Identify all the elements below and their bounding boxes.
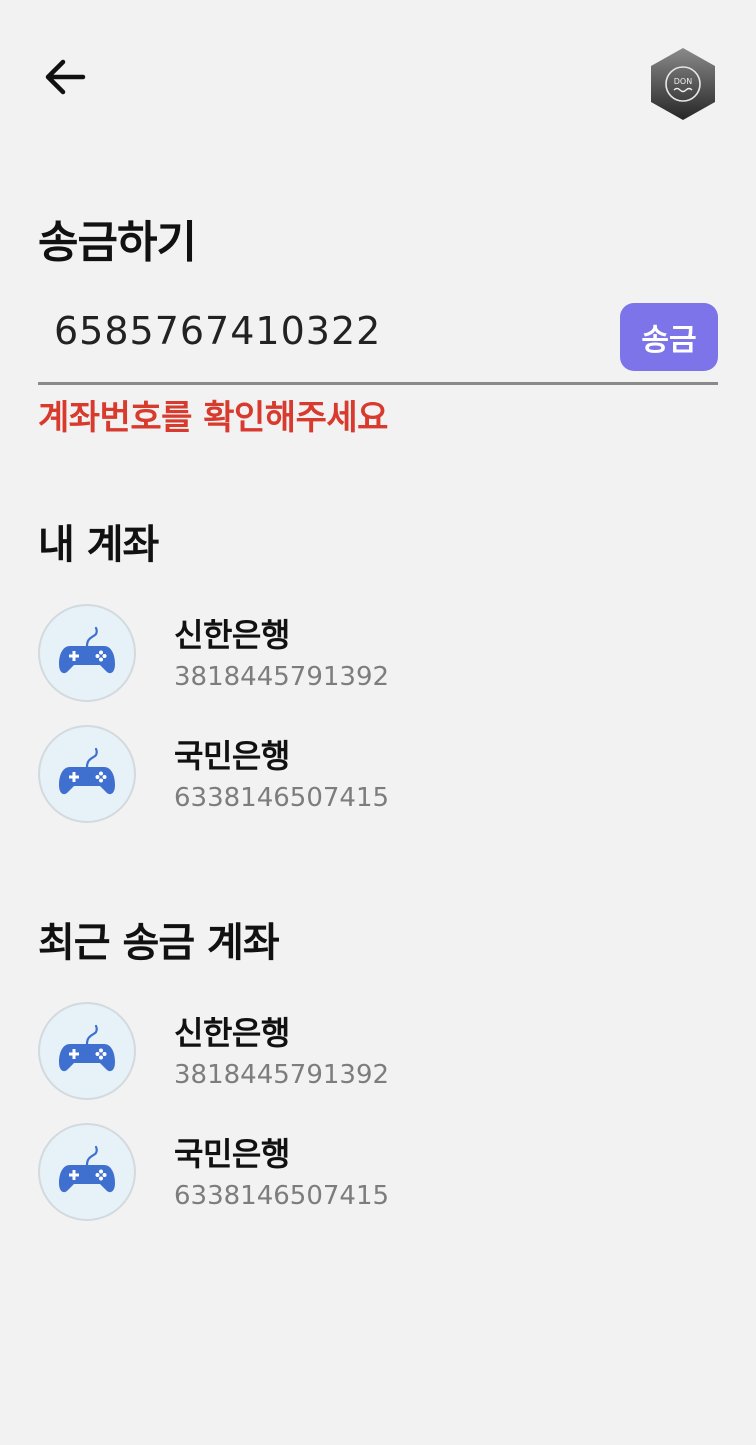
account-list-item[interactable]: 신한은행 3818445791392 [38,1002,718,1102]
error-message: 계좌번호를 확인해주세요 [38,398,388,438]
gamepad-icon [59,1145,115,1193]
gamepad-icon [59,1024,115,1072]
bank-avatar [38,1002,136,1100]
bank-name: 국민은행 [174,1135,290,1173]
account-number-input[interactable] [54,304,614,358]
send-button[interactable]: 송금 [620,303,718,371]
account-number: 6338146507415 [174,1181,390,1211]
bank-name: 신한은행 [174,616,290,654]
gamepad-icon [59,626,115,674]
my-accounts-title: 내 계좌 [38,522,159,568]
bank-name: 신한은행 [174,1014,290,1052]
back-button[interactable] [40,52,90,102]
bank-avatar [38,1123,136,1221]
account-list-item[interactable]: 신한은행 3818445791392 [38,604,718,704]
account-list-item[interactable]: 국민은행 6338146507415 [38,725,718,825]
recent-accounts-title: 최근 송금 계좌 [38,920,280,966]
account-number: 3818445791392 [174,662,390,692]
recent-accounts-list: 신한은행 3818445791392 국민은행 6338146507415 [38,1002,718,1244]
app-logo[interactable]: DON [648,46,718,122]
bank-name: 국민은행 [174,737,290,775]
account-input-row: 송금 [38,296,718,385]
my-accounts-list: 신한은행 3818445791392 국민은행 6338146507415 [38,604,718,846]
bank-avatar [38,604,136,702]
account-list-item[interactable]: 국민은행 6338146507415 [38,1123,718,1223]
bank-avatar [38,725,136,823]
page-title: 송금하기 [38,217,197,268]
gamepad-icon [59,747,115,795]
arrow-left-icon [45,59,86,95]
account-number: 3818445791392 [174,1060,390,1090]
account-number: 6338146507415 [174,783,390,813]
logo-text: DON [674,77,692,86]
